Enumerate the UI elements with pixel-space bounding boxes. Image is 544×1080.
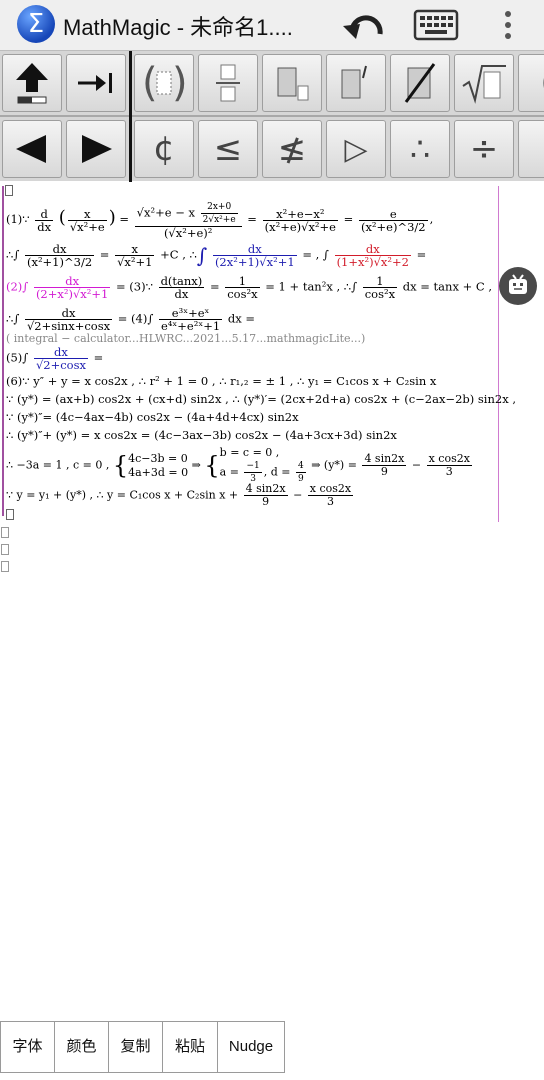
- sqrt-template-icon: [462, 65, 506, 104]
- document-title: MathMagic - 未命名1....: [63, 15, 293, 40]
- equation-line-3[interactable]: (2)∫ dx (2+x²)√x²+1 = (3)∵ d(tanx) dx = 1c…: [6, 275, 492, 300]
- symbol-toolbar-row-2: ¢ ≤ ≰ ▷ ∴ ÷: [0, 117, 544, 181]
- equation-line-4[interactable]: ∴∫ dx √2+sinx+cosx = (4)∫ e³ˣ+eˣ e⁴ˣ+e²ˣ+1…: [6, 307, 255, 332]
- equation-line-10[interactable]: ∴ −3a = 1 , c = 0 , {4c−3b = 0 4a+3d = 0 …: [6, 446, 474, 485]
- paste-button[interactable]: 粘贴: [162, 1021, 218, 1073]
- divide-icon: ÷: [469, 129, 499, 169]
- empty-line-box: [1, 544, 9, 555]
- more-template-button[interactable]: [518, 54, 544, 112]
- more-symbol-icon: [535, 129, 544, 169]
- less-equal-icon: ≤: [213, 129, 243, 169]
- therefore-icon: ∴: [409, 130, 431, 168]
- copy-button[interactable]: 复制: [108, 1021, 163, 1073]
- divide-button[interactable]: ÷: [454, 120, 514, 178]
- move-left-button[interactable]: [2, 120, 62, 178]
- nudge-button[interactable]: Nudge: [217, 1021, 285, 1073]
- title-bar: Σ MathMagic - 未命名1....: [0, 0, 544, 51]
- undo-button[interactable]: [340, 4, 390, 46]
- empty-line-box: [1, 561, 9, 572]
- not-subset-button[interactable]: ¢: [134, 120, 194, 178]
- empty-line-box: [1, 527, 9, 538]
- undo-icon: [343, 15, 383, 39]
- cursor-box-2: [6, 509, 14, 520]
- less-equal-button[interactable]: ≤: [198, 120, 258, 178]
- equation-line-2[interactable]: ∴∫ dx (x²+1)^3/2 = x √x²+1 +C , ∴∫ dx (2x²+…: [6, 243, 426, 268]
- tab-button[interactable]: [66, 54, 126, 112]
- watermark-line: ( integral − calculator...HLWRC...2021..…: [6, 332, 366, 345]
- arrow-right-icon: [82, 135, 112, 163]
- toolbar-split-line: [129, 51, 132, 182]
- cancel-template-button[interactable]: [390, 54, 450, 112]
- arrow-left-icon: [16, 135, 46, 163]
- equation-line-11[interactable]: ∵ y = y₁ + (y*) , ∴ y = C₁cos x + C₂sin …: [6, 483, 355, 508]
- move-up-button[interactable]: [2, 54, 62, 112]
- sqrt-template-button[interactable]: [454, 54, 514, 112]
- prime-template-button[interactable]: [326, 54, 386, 112]
- keyboard-icon: [413, 9, 459, 41]
- tab-icon: [78, 73, 112, 93]
- triangle-right-button[interactable]: ▷: [326, 120, 386, 178]
- template-toolbar-row-1: (): [0, 51, 544, 115]
- equation-editor[interactable]: (1)∵ d dx (x √x²+e) = √x²+e − x 2x+0 2√x²+e…: [0, 183, 544, 1018]
- equation-line-9[interactable]: ∴ (y*)″+ (y*) = x cos2x = (4c−3ax−3b) co…: [6, 428, 397, 442]
- not-less-equal-icon: ≰: [277, 129, 307, 169]
- svg-text:): ): [172, 60, 188, 106]
- cursor-box: [5, 185, 13, 196]
- more-symbol-button[interactable]: [518, 120, 544, 178]
- fraction-template-button[interactable]: [198, 54, 258, 112]
- app-icon: Σ: [17, 5, 55, 43]
- prime-template-icon: [341, 65, 367, 99]
- more-template-icon: [543, 78, 544, 88]
- tv-face-icon: [509, 274, 527, 294]
- editor-left-border: [2, 186, 4, 516]
- keyboard-button[interactable]: [413, 8, 459, 42]
- svg-text:(: (: [142, 60, 158, 106]
- fraction-template-icon: [216, 64, 240, 102]
- triangle-right-icon: ▷: [344, 131, 368, 167]
- not-subset-icon: ¢: [153, 129, 175, 169]
- equation-line-8[interactable]: ∵ (y*)″= (4c−4ax−4b) cos2x − (4a+4d+4cx)…: [6, 410, 299, 424]
- parentheses-template-button[interactable]: (): [134, 54, 194, 112]
- arrow-up-icon: [16, 63, 48, 104]
- font-button[interactable]: 字体: [0, 1021, 55, 1073]
- not-less-equal-button[interactable]: ≰: [262, 120, 322, 178]
- floating-assistant-avatar[interactable]: [499, 267, 537, 305]
- equation-line-5[interactable]: (5)∫ dx √2+cosx =: [6, 346, 103, 371]
- parentheses-template-icon: (): [142, 60, 188, 106]
- equation-line-7[interactable]: ∵ (y*) = (ax+b) cos2x + (cx+d) sin2x , ∴…: [6, 392, 516, 406]
- equation-line-1[interactable]: (1)∵ d dx (x √x²+e) = √x²+e − x 2x+0 2√x²+e…: [6, 201, 433, 239]
- cancel-template-icon: [404, 63, 436, 103]
- move-right-button[interactable]: [66, 120, 126, 178]
- overflow-menu-button[interactable]: [495, 6, 521, 44]
- therefore-button[interactable]: ∴: [390, 120, 450, 178]
- equation-line-6[interactable]: (6)∵ y″ + y = x cos2x , ∴ r² + 1 = 0 , ∴…: [6, 374, 436, 388]
- subscript-template-button[interactable]: [262, 54, 322, 112]
- subscript-template-icon: [277, 67, 309, 101]
- editor-right-border: [498, 186, 499, 522]
- more-vertical-icon: [505, 11, 511, 39]
- color-button[interactable]: 颜色: [54, 1021, 109, 1073]
